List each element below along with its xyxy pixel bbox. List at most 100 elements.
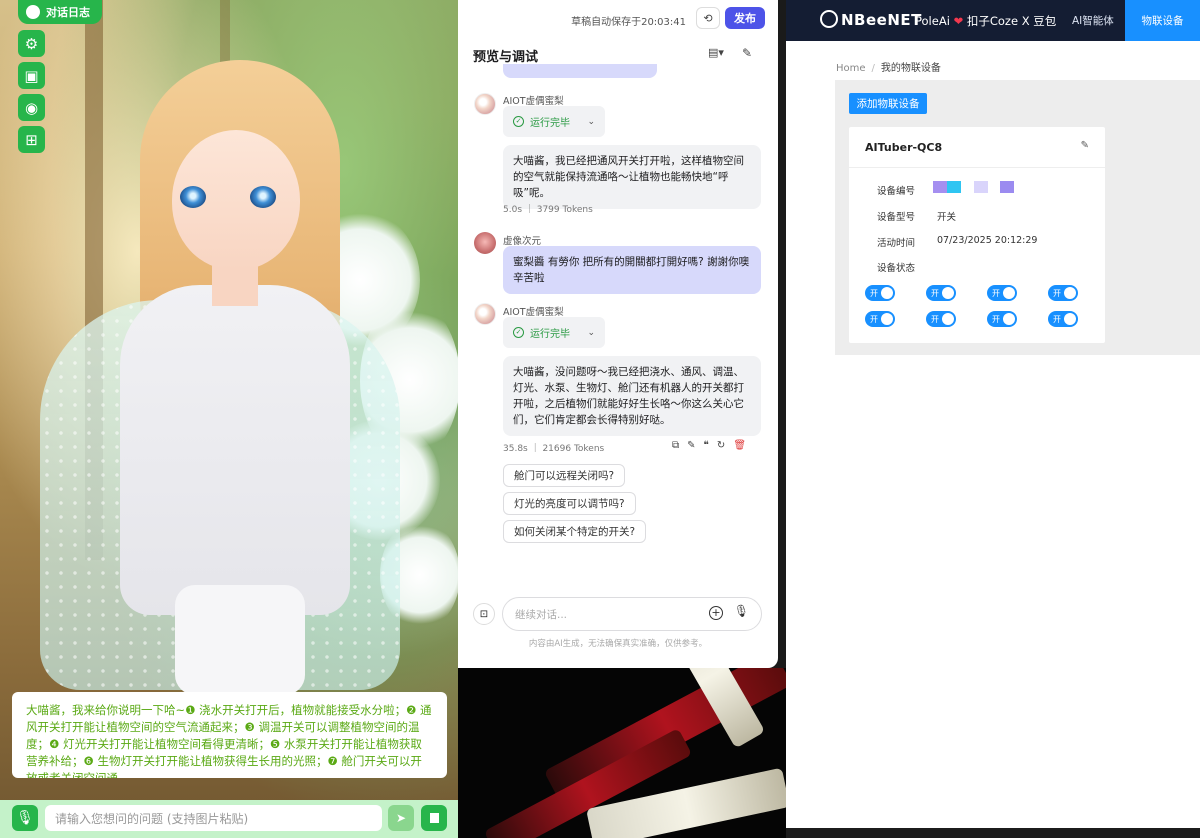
site-logo[interactable]: NBeeNET (820, 10, 922, 29)
edit-icon[interactable]: ✎ (687, 440, 695, 451)
switch-toggle[interactable]: 开 (987, 311, 1017, 327)
background-game-area (458, 668, 786, 838)
message-meta: 5.0s ｜ 3799 Tokens (503, 205, 593, 215)
panel-title: 预览与调试 (473, 50, 539, 65)
device-card: AITuber-QC8 ✎ 设备编号 设备型号 开关 活动时间 07/23/20… (849, 127, 1105, 343)
send-button[interactable]: ➤ (388, 805, 414, 831)
image-icon: ▣ (24, 66, 39, 85)
brand-right: 扣子Coze X 豆包 (966, 14, 1057, 28)
view-mode-dropdown[interactable]: ▤▾ (708, 46, 724, 59)
toggle-knob (1064, 287, 1076, 299)
run-status-toggle[interactable]: ✓ 运行完毕 ⌄ (503, 317, 605, 348)
active-time: 07/23/2025 20:12:29 (937, 235, 1038, 246)
sender-name: AIOT虚偶蜜梨 (503, 307, 564, 318)
add-device-button[interactable]: 添加物联设备 (849, 93, 927, 114)
chat-log-button[interactable]: 对话日志 (18, 0, 102, 24)
speech-subtitle-box: 大喵酱，我来给你说明一下哈~❶ 浇水开关打开后，植物就能接受水分啦；❷ 通风开关… (12, 692, 447, 778)
settings-button[interactable]: ⚙ (18, 30, 45, 57)
toggle-label: 开 (870, 288, 878, 298)
mic-icon[interactable]: 🎙 (734, 604, 749, 618)
toggle-knob (942, 287, 954, 299)
toggle-label: 开 (1053, 314, 1061, 324)
character-eye (180, 186, 206, 208)
toggle-label: 开 (931, 288, 939, 298)
add-attachment-icon[interactable]: + (709, 606, 723, 620)
switch-toggle[interactable]: 开 (926, 285, 956, 301)
toggle-label: 开 (1053, 288, 1061, 298)
breadcrumb: Home / 我的物联设备 (836, 63, 941, 74)
label-device-model: 设备型号 (877, 212, 916, 223)
character-eye (250, 186, 276, 208)
check-circle-icon: ✓ (513, 116, 524, 127)
toolbox-button[interactable]: ⊡ (473, 603, 495, 625)
edit-icon[interactable]: ✎ (1081, 140, 1089, 151)
character-shirt (120, 285, 350, 615)
question-input[interactable]: 请输入您想问的问题 (支持图片粘贴) (45, 805, 382, 831)
suggestion-chip[interactable]: 舱门可以远程关闭吗? (503, 464, 626, 487)
continue-chat-input[interactable]: 继续对话... + 🎙 (502, 597, 762, 631)
add-image-button[interactable]: ⊞ (18, 126, 45, 153)
publish-button[interactable]: 发布 (725, 7, 765, 29)
camera-button[interactable]: ◉ (18, 94, 45, 121)
switch-toggle[interactable]: 开 (987, 285, 1017, 301)
speech-text: 大喵酱，我来给你说明一下哈~❶ 浇水开关打开后，植物就能接受水分啦；❷ 通风开关… (26, 703, 432, 778)
switch-toggle[interactable]: 开 (926, 311, 956, 327)
device-id-swatch (947, 181, 961, 193)
delete-icon[interactable]: 🗑 (733, 440, 746, 451)
gear-icon: ⚙ (24, 34, 39, 53)
camera-icon: ◉ (24, 98, 39, 117)
question-input-placeholder: 请输入您想问的问题 (支持图片粘贴) (55, 811, 249, 826)
nav-item-iot-devices[interactable]: 物联设备 (1125, 0, 1200, 41)
switch-toggle[interactable]: 开 (865, 311, 895, 327)
device-id-swatch (1000, 181, 1014, 193)
quote-icon[interactable]: ❝ (704, 440, 709, 451)
device-name: AITuber-QC8 (865, 141, 943, 154)
switch-toggle[interactable]: 开 (1048, 311, 1078, 327)
label-device-id: 设备编号 (877, 186, 916, 197)
character-shorts (175, 585, 305, 695)
bot-message: 大喵酱，我已经把通风开关打开啦，这样植物空间的空气就能保持流通咯～让植物也能畅快… (503, 145, 761, 209)
message-actions: ⧉ ✎ ❝ ↻ 🗑 (672, 440, 746, 451)
switch-toggle[interactable]: 开 (1048, 285, 1078, 301)
mic-button[interactable]: 🎙 (12, 805, 38, 831)
switch-toggle[interactable]: 开 (865, 285, 895, 301)
iot-web-app: NBeeNET PoleAi ❤ 扣子Coze X 豆包 AI智能体 物联设备 … (786, 0, 1200, 828)
device-model: 开关 (937, 212, 957, 223)
chevron-down-icon: ⌄ (587, 327, 595, 338)
ai-disclaimer: 内容由AI生成，无法确保真实准确，仅供参考。 (528, 639, 708, 649)
top-nav: NBeeNET PoleAi ❤ 扣子Coze X 豆包 AI智能体 物联设备 (786, 0, 1200, 41)
run-status-toggle[interactable]: ✓ 运行完毕 ⌄ (503, 106, 605, 137)
toggle-knob (881, 287, 893, 299)
regenerate-icon[interactable]: ↻ (717, 440, 725, 451)
history-button[interactable]: ⟲ (696, 7, 720, 29)
chat-bubble-icon (26, 5, 40, 19)
breadcrumb-home[interactable]: Home (836, 63, 866, 74)
chat-log-label: 对话日志 (46, 6, 90, 19)
toggle-knob (1003, 287, 1015, 299)
toggle-label: 开 (992, 288, 1000, 298)
toggle-label: 开 (992, 314, 1000, 324)
user-avatar (474, 232, 496, 254)
sender-name: 虚像次元 (503, 236, 542, 247)
suggestion-chip[interactable]: 灯光的亮度可以调节吗? (503, 492, 636, 515)
divider (849, 167, 1105, 168)
previous-message-bubble (503, 64, 657, 78)
preview-debug-panel: 草稿自动保存于20:03:41 ⟲ 发布 预览与调试 ▤▾ ✎ AIOT虚偶蜜梨… (458, 0, 778, 668)
debug-settings-icon[interactable]: ✎ (742, 46, 752, 60)
background-button[interactable]: ▣ (18, 62, 45, 89)
logo-text: NBeeNET (841, 11, 922, 29)
sender-name: AIOT虚偶蜜梨 (503, 96, 564, 107)
suggestion-chip[interactable]: 如何关闭某个特定的开关? (503, 520, 647, 543)
stop-button[interactable] (421, 805, 447, 831)
copy-icon[interactable]: ⧉ (672, 440, 679, 451)
bot-avatar (474, 93, 496, 115)
device-id-swatch (933, 181, 947, 193)
brand-left: PoleAi (915, 14, 950, 28)
nav-item-ai-agent[interactable]: AI智能体 (1072, 13, 1114, 28)
toggle-knob (942, 313, 954, 325)
message-meta: 35.8s ｜ 21696 Tokens (503, 444, 605, 454)
run-status-label: 运行完毕 (530, 329, 570, 340)
check-circle-icon: ✓ (513, 327, 524, 338)
send-icon: ➤ (395, 811, 407, 825)
history-icon: ⟲ (703, 11, 713, 25)
